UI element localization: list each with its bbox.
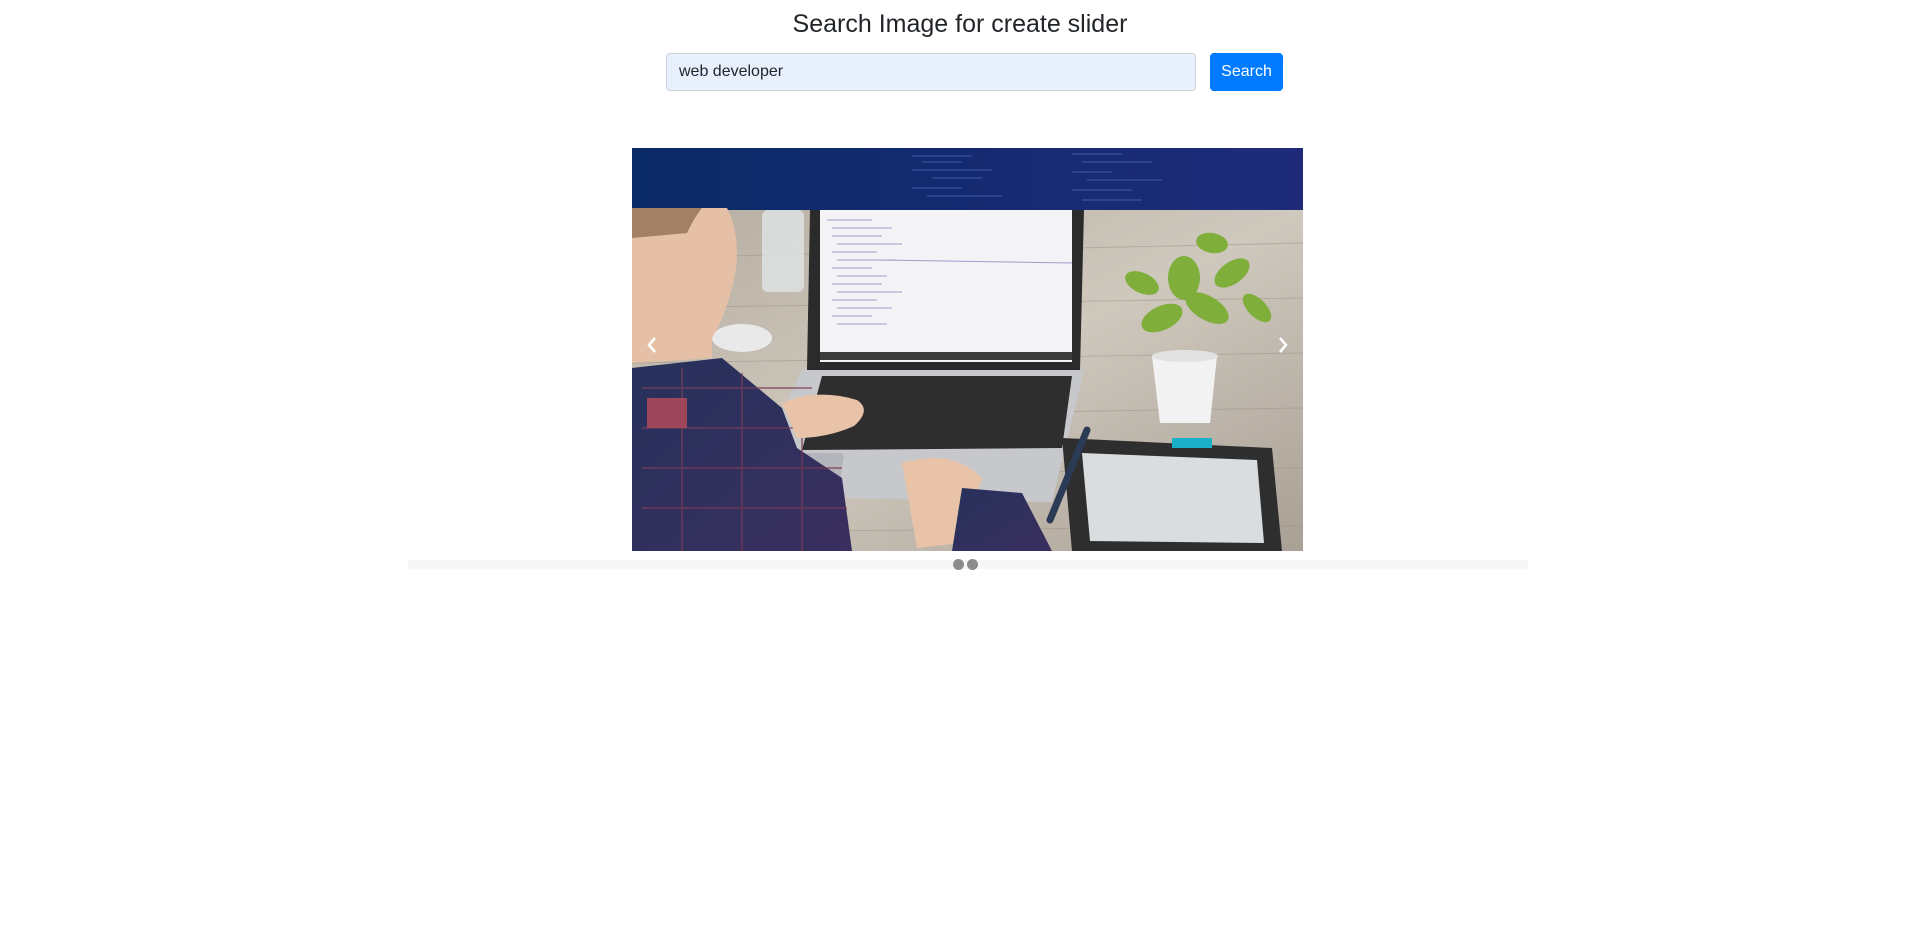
slider-dot-2[interactable]: [967, 559, 978, 570]
slider-next-button[interactable]: [1263, 320, 1303, 370]
page-title: Search Image for create slider: [792, 10, 1128, 38]
chevron-right-icon: [1279, 337, 1288, 353]
slider-dots: [953, 559, 978, 570]
search-button[interactable]: Search: [1210, 53, 1283, 91]
slider-dot-1[interactable]: [953, 559, 964, 570]
image-slider: [632, 148, 1303, 551]
slider-prev-button[interactable]: [632, 320, 672, 370]
slide-image: [632, 148, 1303, 551]
chevron-left-icon: [647, 337, 656, 353]
search-input[interactable]: [666, 53, 1196, 91]
